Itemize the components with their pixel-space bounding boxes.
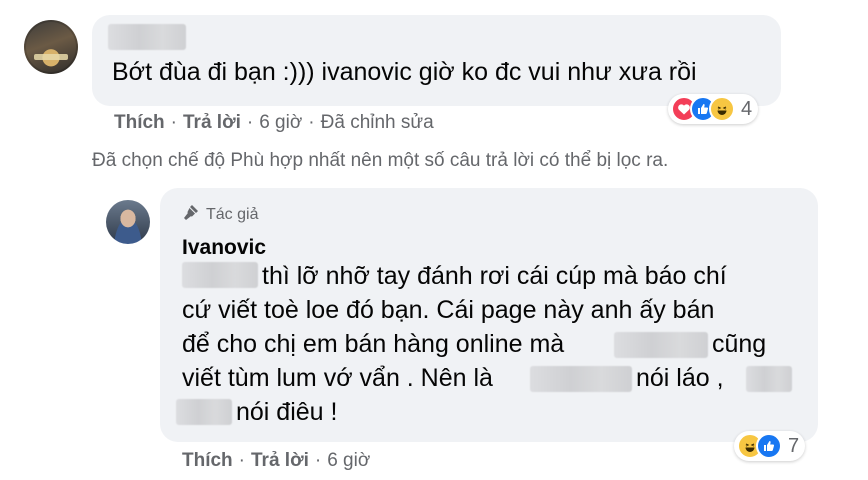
reply-actions: Thích · Trả lời · 6 giờ	[182, 450, 371, 471]
reply-line-5: nói điêu !	[236, 398, 338, 426]
comment-text: Bớt đùa đi bạn :))) ivanovic giờ ko đc v…	[112, 58, 697, 86]
redacted-mention	[182, 262, 258, 288]
commenter-avatar[interactable]	[24, 20, 78, 74]
reply-link[interactable]: Trả lời	[183, 112, 241, 133]
redacted-mention	[746, 366, 792, 392]
like-link[interactable]: Thích	[114, 112, 165, 133]
redacted-commenter-name[interactable]	[108, 24, 186, 50]
author-avatar[interactable]	[106, 200, 150, 244]
redacted-mention	[614, 332, 708, 358]
redacted-mention	[176, 399, 232, 425]
reply-link[interactable]: Trả lời	[251, 450, 309, 471]
comment-actions: Thích · Trả lời · 6 giờ · Đã chỉnh sửa	[114, 112, 434, 133]
reply-line-3a: để cho chị em bán hàng online mà	[182, 330, 565, 358]
filter-notice: Đã chọn chế độ Phù hợp nhất nên một số c…	[92, 150, 669, 171]
like-link[interactable]: Thích	[182, 450, 233, 471]
reply-line-4a: viết tùm lum vớ vẩn . Nên là	[182, 364, 493, 392]
reply-line-1: thì lỡ nhỡ tay đánh rơi cái cúp mà báo c…	[262, 262, 727, 290]
reaction-count: 7	[788, 434, 800, 457]
timestamp[interactable]: 6 giờ	[259, 112, 302, 133]
edited-label[interactable]: Đã chỉnh sửa	[321, 112, 434, 133]
redacted-mention	[530, 366, 632, 392]
comment-reactions[interactable]: 4	[668, 94, 759, 124]
author-badge: Tác giả	[182, 203, 258, 226]
microphone-icon	[182, 203, 200, 226]
timestamp[interactable]: 6 giờ	[327, 450, 370, 471]
reply-reactions[interactable]: 7	[734, 431, 806, 461]
reply-line-3b: cũng	[712, 330, 767, 358]
haha-icon	[709, 96, 735, 122]
like-icon	[756, 433, 782, 459]
author-name[interactable]: Ivanovic	[182, 236, 266, 260]
author-badge-label: Tác giả	[206, 205, 259, 223]
reply-line-2: cứ viết toè loe đó bạn. Cái page này anh…	[182, 296, 715, 324]
reply-line-4b: nói láo ,	[636, 364, 724, 392]
reaction-count: 4	[741, 97, 753, 120]
